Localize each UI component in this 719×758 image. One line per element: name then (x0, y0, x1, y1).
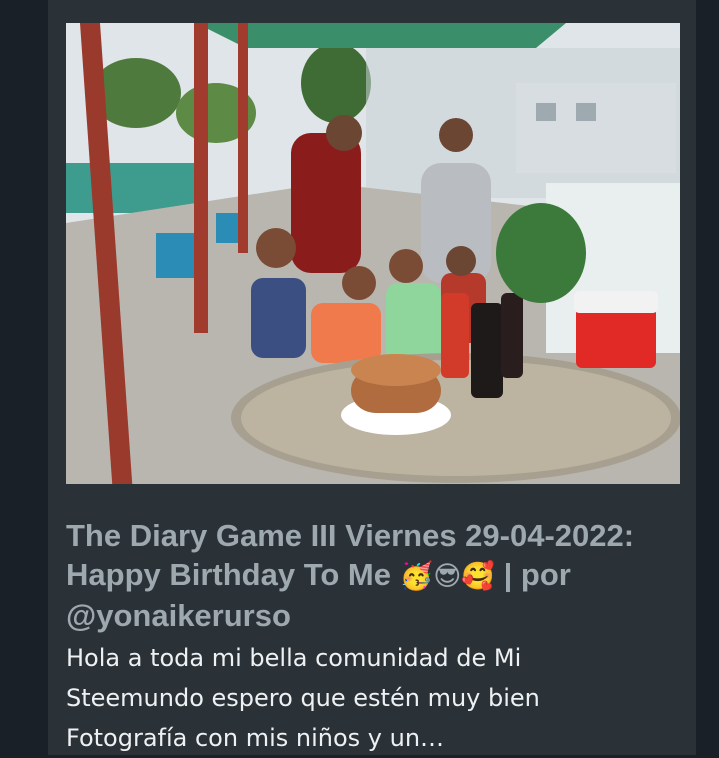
post-title-link[interactable]: The Diary Game III Viernes 29-04-2022: H… (66, 516, 676, 635)
post-image[interactable] (66, 23, 680, 484)
post-photo (66, 23, 680, 484)
post-card[interactable]: The Diary Game III Viernes 29-04-2022: H… (48, 0, 696, 755)
post-excerpt: Hola a toda mi bella comunidad de Mi Ste… (66, 644, 540, 752)
post-title-emojis: 🥳😎🥰 (399, 561, 495, 592)
